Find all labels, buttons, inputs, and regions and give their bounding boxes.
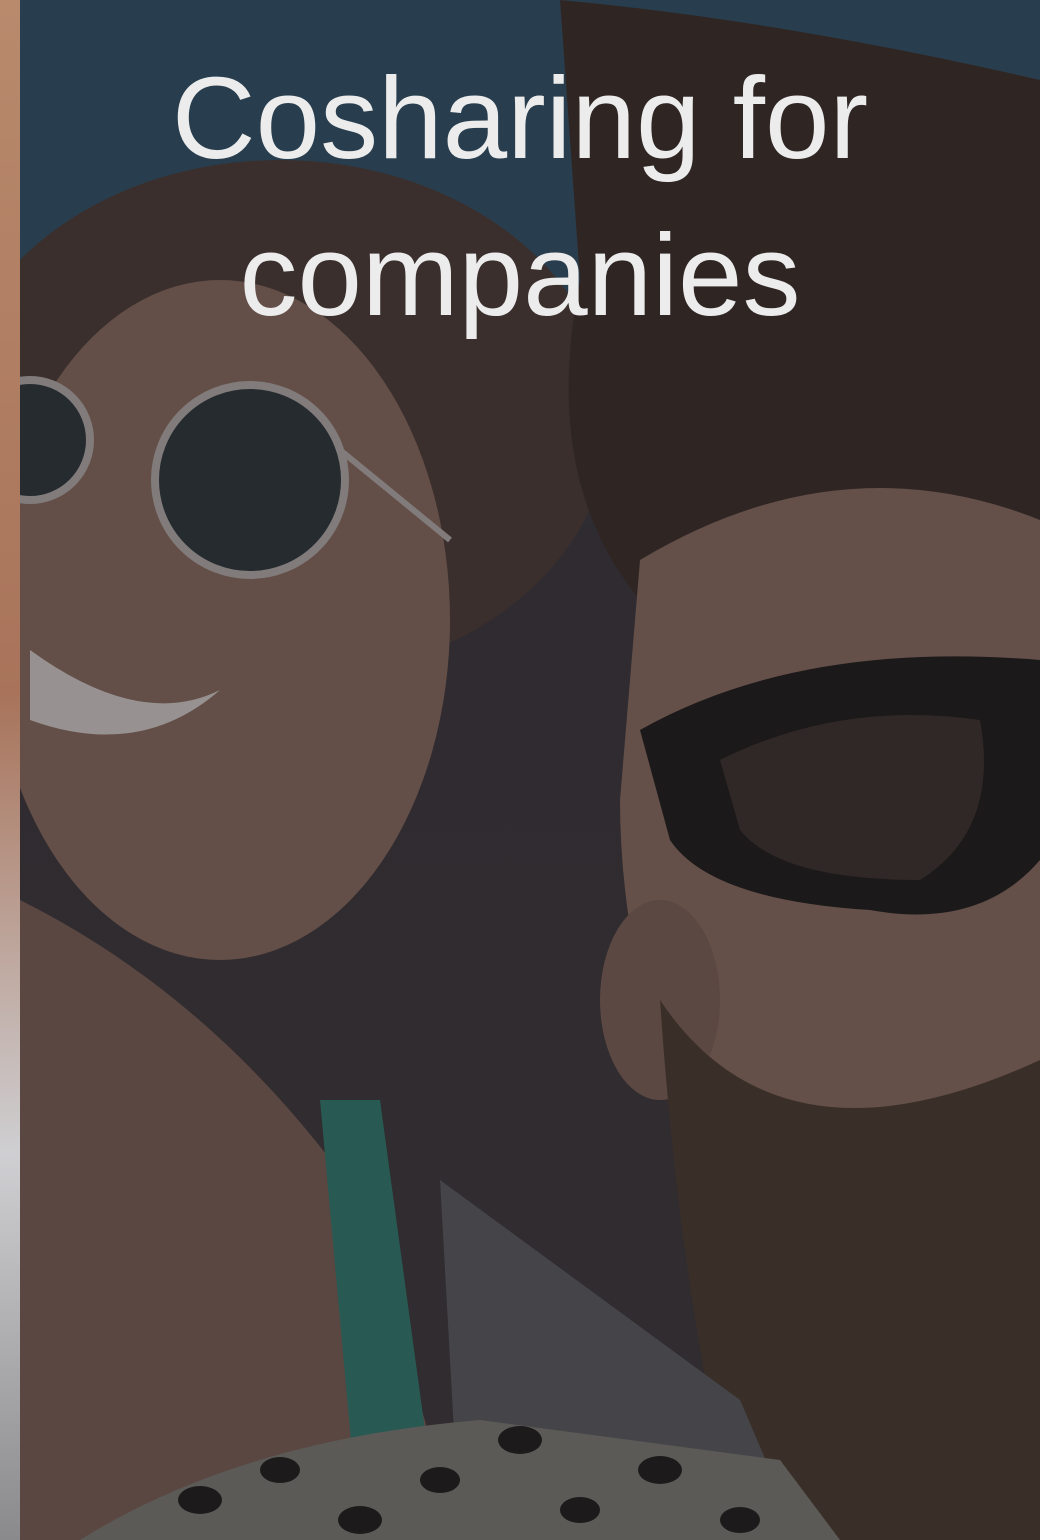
hero-headline: Cosharing for companies xyxy=(171,53,869,340)
hero-page: Cosharing for companies xyxy=(0,0,1040,1540)
